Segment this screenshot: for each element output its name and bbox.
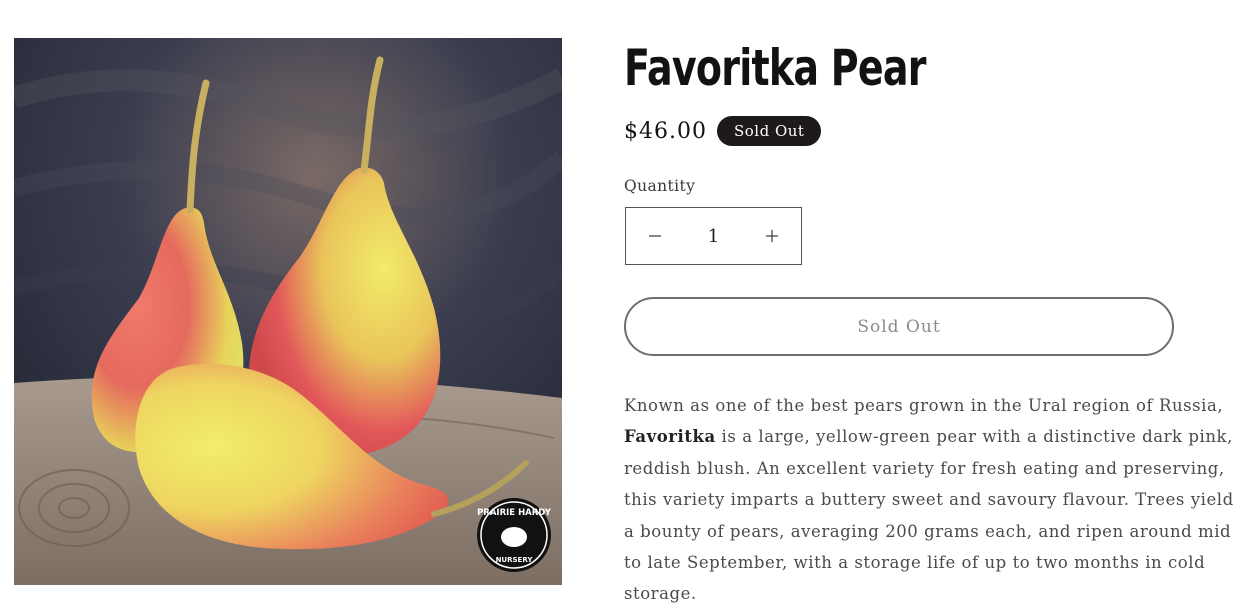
description-text-2: is a large, yellow-green pear with a dis… bbox=[624, 427, 1234, 604]
price-row: $46.00 Sold Out bbox=[624, 116, 822, 146]
logo-text-bottom: NURSERY bbox=[496, 556, 534, 564]
sold-out-button[interactable]: Sold Out bbox=[624, 297, 1174, 356]
minus-icon bbox=[649, 235, 661, 237]
logo-text-top: PRAIRIE HARDY bbox=[477, 508, 552, 518]
quantity-increase-button[interactable] bbox=[743, 208, 801, 264]
description-bold-name: Favoritka bbox=[624, 427, 716, 447]
product-price: $46.00 bbox=[624, 118, 707, 144]
pear-photo: PRAIRIE HARDY NURSERY bbox=[14, 38, 562, 585]
quantity-label: Quantity bbox=[624, 177, 696, 195]
plus-icon bbox=[766, 230, 778, 242]
product-image[interactable]: PRAIRIE HARDY NURSERY bbox=[14, 38, 562, 585]
quantity-input[interactable] bbox=[685, 208, 742, 264]
product-info: Favoritka Pear $46.00 Sold Out Quantity … bbox=[624, 0, 1234, 616]
product-description: Known as one of the best pears grown in … bbox=[624, 390, 1234, 610]
description-text-1: Known as one of the best pears grown in … bbox=[624, 396, 1224, 415]
sold-out-badge: Sold Out bbox=[716, 116, 822, 146]
product-title: Favoritka Pear bbox=[624, 39, 926, 97]
quantity-decrease-button[interactable] bbox=[626, 208, 684, 264]
quantity-stepper bbox=[625, 207, 802, 265]
